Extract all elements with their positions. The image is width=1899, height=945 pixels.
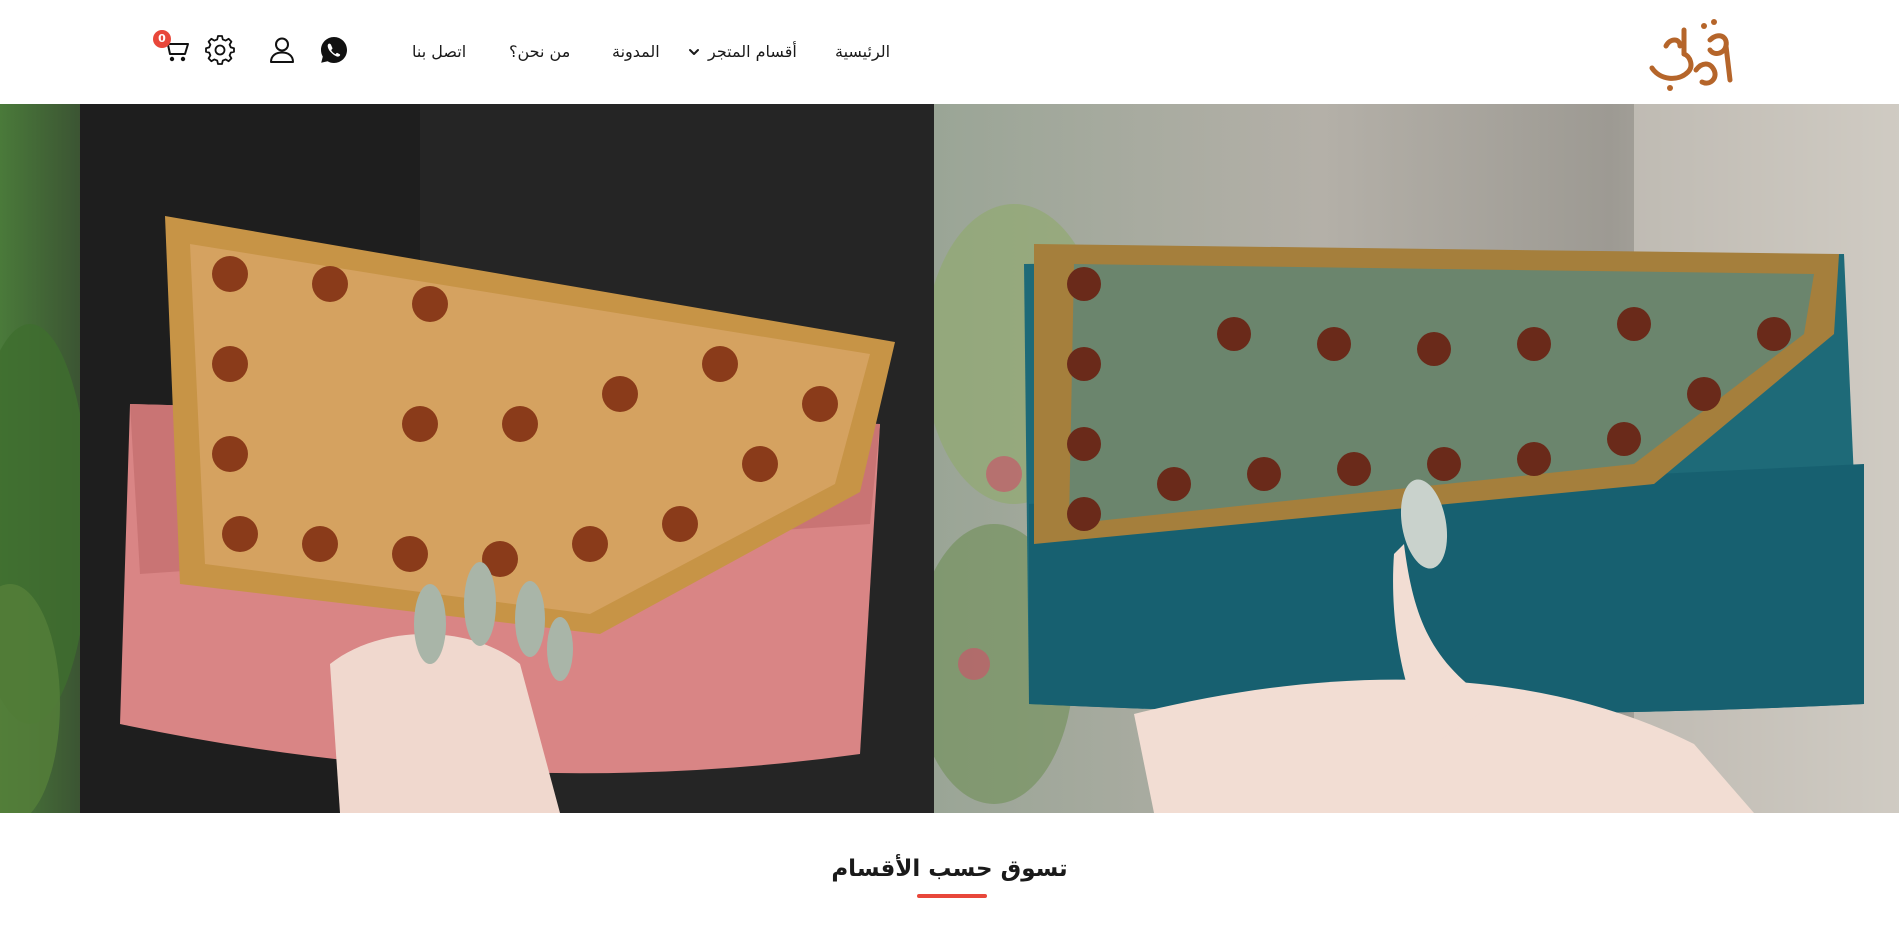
gear-icon <box>205 35 235 65</box>
logo[interactable] <box>1640 10 1740 96</box>
section-title-underline <box>917 894 987 898</box>
nav-shop-categories[interactable]: أقسام المتجر <box>688 38 797 66</box>
section-title: تسوق حسب الأقسام <box>831 856 1068 882</box>
whatsapp-button[interactable] <box>318 34 350 66</box>
logo-mark <box>1649 19 1733 91</box>
teal-clutch-image <box>934 104 1899 813</box>
nav-shop-categories-label: أقسام المتجر <box>708 42 797 61</box>
user-icon <box>270 37 294 63</box>
account-button[interactable] <box>266 34 298 66</box>
site-header: الرئيسية أقسام المتجر المدونة من نحن؟ ات… <box>0 0 1899 104</box>
pink-clutch-image <box>0 104 934 813</box>
nav-home[interactable]: الرئيسية <box>835 38 890 66</box>
whatsapp-icon <box>321 37 347 63</box>
nav-blog[interactable]: المدونة <box>612 38 660 66</box>
nav-about[interactable]: من نحن؟ <box>509 38 570 66</box>
cart-count-badge: 0 <box>153 30 171 48</box>
chevron-down-icon <box>689 49 699 55</box>
settings-button[interactable] <box>204 34 236 66</box>
hero-banner[interactable] <box>0 104 1899 813</box>
nav-contact[interactable]: اتصل بنا <box>412 38 466 66</box>
